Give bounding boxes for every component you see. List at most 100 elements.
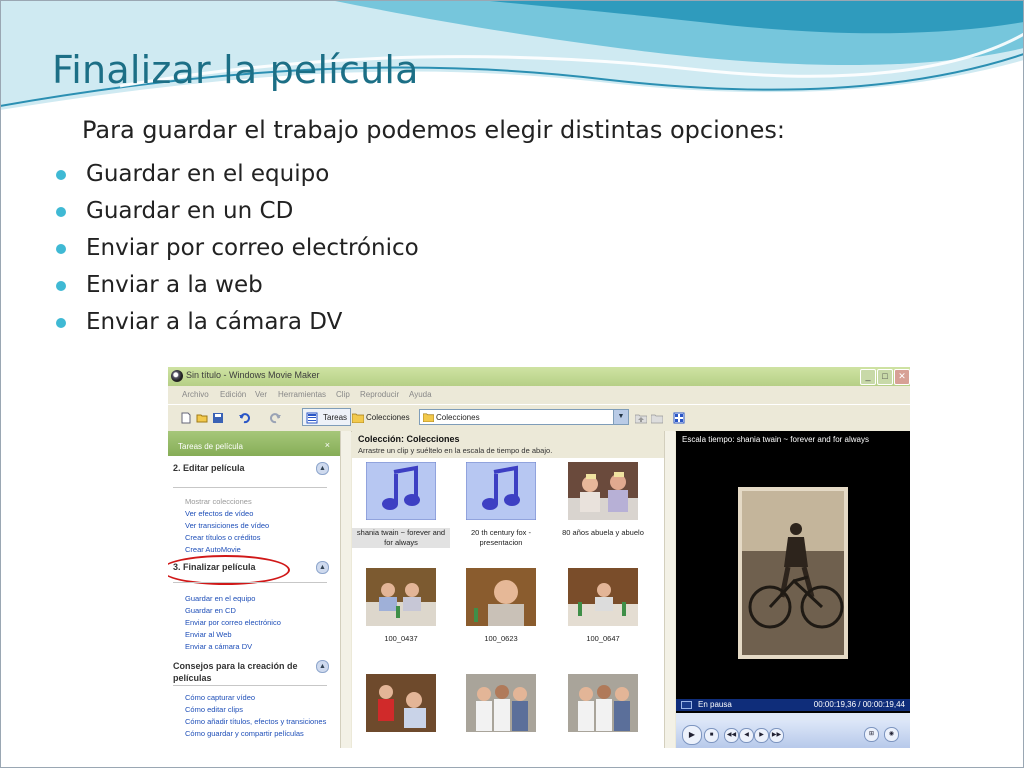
toolbar: Tareas Colecciones Colecciones ▼	[168, 404, 910, 432]
save-project-icon[interactable]	[212, 412, 224, 424]
new-folder-icon[interactable]	[651, 412, 663, 424]
tasks-icon	[306, 412, 318, 424]
next-frame-icon[interactable]: ▶▶	[769, 728, 784, 743]
tasks-scrollbar[interactable]	[340, 431, 351, 748]
task-link-guardar-compartir[interactable]: Cómo guardar y compartir películas	[185, 729, 304, 738]
bullet-item: Guardar en el equipo	[56, 156, 419, 193]
task-link-guardar-cd[interactable]: Guardar en CD	[185, 606, 236, 615]
task-link-correo[interactable]: Enviar por correo electrónico	[185, 618, 281, 627]
tareas-button[interactable]: Tareas	[302, 408, 352, 426]
task-link-capturar[interactable]: Cómo capturar vídeo	[185, 693, 255, 702]
maximize-button[interactable]: □	[877, 369, 893, 385]
bullet-list: Guardar en el equipo Guardar en un CD En…	[56, 156, 419, 341]
open-project-icon[interactable]	[196, 412, 208, 424]
redo-icon[interactable]	[270, 412, 282, 424]
bullet-dot	[56, 170, 66, 180]
bullet-item: Enviar a la web	[56, 267, 419, 304]
bullet-item: Enviar a la cámara DV	[56, 304, 419, 341]
forward-icon[interactable]: ▶	[754, 728, 769, 743]
movie-maker-window: Sin título - Windows Movie Maker _ □ ✕ A…	[168, 367, 910, 748]
colecciones-button[interactable]: Colecciones	[352, 409, 410, 426]
section-divider	[173, 685, 327, 686]
task-link-web[interactable]: Enviar al Web	[185, 630, 232, 639]
section-divider	[173, 487, 327, 488]
take-picture-icon[interactable]: ◉	[884, 727, 899, 742]
movie-tasks-pane: Tareas de película × 2. Editar película …	[168, 431, 340, 748]
minimize-button[interactable]: _	[860, 369, 876, 385]
clip-caption: 100_0437	[384, 634, 418, 643]
menu-ver[interactable]: Ver	[255, 390, 267, 399]
colecciones-label: Colecciones	[366, 413, 410, 422]
split-clip-icon[interactable]: ⊞	[864, 727, 879, 742]
task-link-titulos[interactable]: Crear títulos o créditos	[185, 533, 260, 542]
preview-photo	[738, 487, 848, 659]
clip-caption: 80 años abuela y abuelo	[562, 528, 644, 537]
slide-intro: Para guardar el trabajo podemos elegir d…	[82, 116, 785, 144]
seek-bar[interactable]	[676, 713, 910, 721]
clip-caption: shania twain ~ forever and for always	[352, 528, 450, 548]
collections-dropdown-value: Colecciones	[436, 413, 480, 422]
bullet-dot	[56, 207, 66, 217]
menu-reproducir[interactable]: Reproducir	[360, 390, 399, 399]
task-link-automovie[interactable]: Crear AutoMovie	[185, 545, 241, 554]
up-folder-icon[interactable]	[635, 412, 647, 424]
playback-status: En pausa	[698, 700, 732, 709]
menu-ayuda[interactable]: Ayuda	[409, 390, 432, 399]
task-link-mostrar-colecciones[interactable]: Mostrar colecciones	[185, 497, 252, 506]
photo-thumbnail	[466, 568, 536, 626]
collection-scrollbar[interactable]	[664, 431, 675, 748]
bullet-text: Guardar en el equipo	[86, 161, 330, 187]
menu-edicion[interactable]: Edición	[220, 390, 246, 399]
chevron-down-icon[interactable]: ▼	[613, 410, 628, 424]
bullet-dot	[56, 281, 66, 291]
section-consejos[interactable]: Consejos para la creación de películas	[173, 660, 313, 684]
bullet-dot	[56, 318, 66, 328]
collections-dropdown[interactable]: Colecciones ▼	[419, 409, 629, 425]
task-link-efectos[interactable]: Ver efectos de vídeo	[185, 509, 253, 518]
collapse-section-icon[interactable]: ▲	[316, 462, 329, 475]
photo-thumbnail	[366, 568, 436, 626]
close-button[interactable]: ✕	[894, 369, 910, 385]
task-link-guardar-equipo[interactable]: Guardar en el equipo	[185, 594, 255, 603]
collection-pane: Colección: Colecciones Arrastre un clip …	[352, 431, 664, 748]
window-titlebar[interactable]: Sin título - Windows Movie Maker _ □ ✕	[168, 367, 910, 386]
new-project-icon[interactable]	[180, 412, 192, 424]
collection-subtitle: Arrastre un clip y suéltelo en la escala…	[358, 446, 553, 455]
bullet-text: Guardar en un CD	[86, 198, 294, 224]
menu-herramientas[interactable]: Herramientas	[278, 390, 326, 399]
menu-clip[interactable]: Clip	[336, 390, 350, 399]
task-link-editar-clips[interactable]: Cómo editar clips	[185, 705, 243, 714]
photo-thumbnail	[466, 674, 536, 732]
monitor-icon	[681, 701, 692, 709]
collection-header: Colección: Colecciones Arrastre un clip …	[352, 431, 664, 458]
photo-thumbnail	[568, 568, 638, 626]
preview-status-bar: En pausa 00:00:19,36 / 00:00:19,44	[676, 699, 910, 711]
collapse-section-icon[interactable]: ▲	[316, 561, 329, 574]
undo-icon[interactable]	[238, 412, 250, 424]
tasks-pane-title: Tareas de película	[178, 442, 243, 451]
section-editar-pelicula[interactable]: 2. Editar película	[173, 463, 245, 473]
preview-monitor: Escala tiempo: shania twain ~ forever an…	[676, 431, 910, 748]
task-link-transiciones[interactable]: Ver transiciones de vídeo	[185, 521, 269, 530]
folder-icon	[423, 413, 434, 422]
view-options-icon[interactable]	[673, 412, 685, 424]
collapse-section-icon[interactable]: ▲	[316, 660, 329, 673]
bullet-text: Enviar a la cámara DV	[86, 309, 343, 335]
close-pane-icon[interactable]: ×	[325, 440, 330, 450]
menu-bar: Archivo Edición Ver Herramientas Clip Re…	[168, 386, 910, 404]
rewind-icon[interactable]: ◀	[739, 728, 754, 743]
clip-caption: 20 th century fox - presentacion	[470, 528, 532, 547]
window-title: Sin título - Windows Movie Maker	[186, 370, 320, 380]
previous-frame-icon[interactable]: ◀◀	[724, 728, 739, 743]
task-link-anadir[interactable]: Cómo añadir títulos, efectos y transicio…	[185, 717, 326, 726]
audio-clip-icon	[466, 462, 536, 520]
playback-controls: ▶ ■ ◀◀ ◀ ▶ ▶▶ ⊞ ◉	[676, 721, 910, 748]
movie-maker-app-icon	[171, 370, 183, 382]
play-button-icon[interactable]: ▶	[682, 725, 702, 745]
menu-archivo[interactable]: Archivo	[182, 390, 209, 399]
task-link-camara-dv[interactable]: Enviar a cámara DV	[185, 642, 252, 651]
bullet-text: Enviar a la web	[86, 272, 263, 298]
preview-title: Escala tiempo: shania twain ~ forever an…	[682, 435, 869, 444]
photo-thumbnail	[366, 674, 436, 732]
stop-button-icon[interactable]: ■	[704, 728, 719, 743]
